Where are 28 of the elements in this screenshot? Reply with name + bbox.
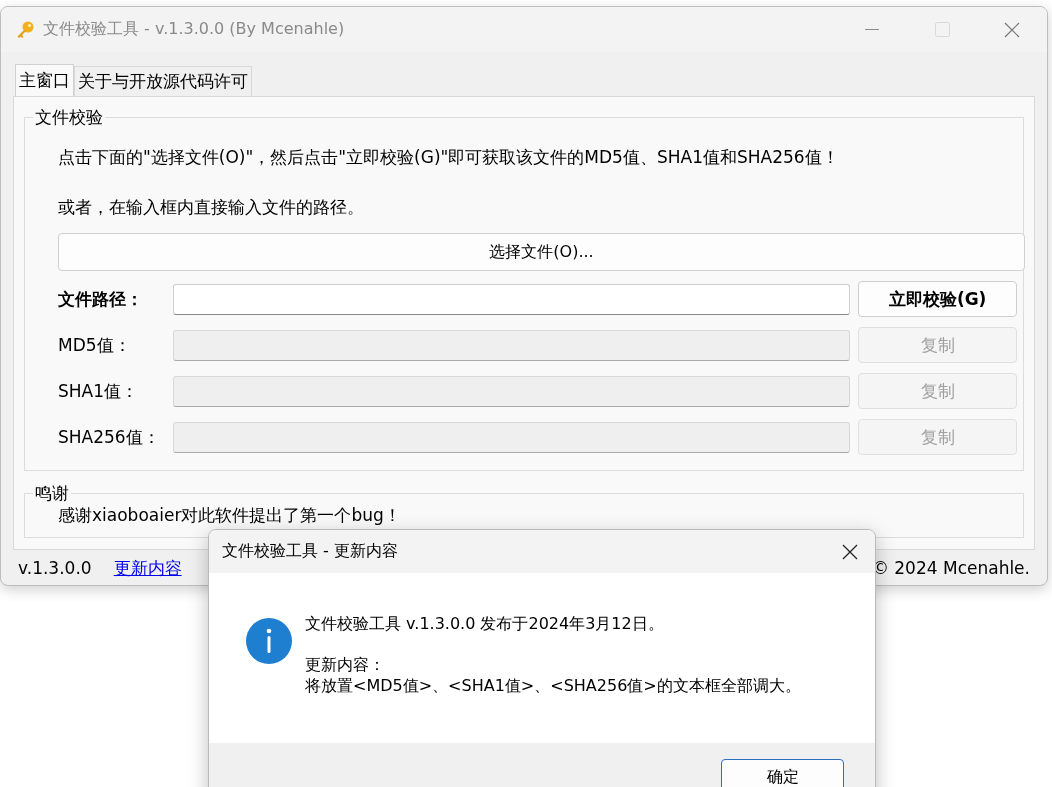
maximize-icon (934, 22, 950, 37)
minimize-icon (865, 28, 879, 31)
verify-button[interactable]: 立即校验(G) (858, 281, 1017, 317)
ok-button[interactable]: 确定 (721, 759, 844, 787)
close-icon (1004, 21, 1020, 38)
changelog-link[interactable]: 更新内容 (113, 556, 182, 580)
field-label: SHA1值： (58, 379, 140, 403)
choose-file-button[interactable]: 选择文件(O)... (58, 233, 1025, 271)
dialog-title: 文件校验工具 - 更新内容 (222, 541, 399, 562)
info-icon (245, 617, 293, 665)
instruction-text: 或者，在输入框内直接输入文件的路径。 (58, 196, 365, 219)
message-text: 文件校验工具 v.1.3.0.0 发布于2024年3月12日。 (305, 613, 665, 634)
key-icon (15, 19, 35, 40)
message-text: 更新内容： (305, 654, 386, 675)
field-label: SHA256值： (58, 425, 161, 449)
field-label: MD5值： (58, 333, 132, 357)
field-label: 文件路径： (58, 287, 144, 311)
group-title: 文件校验 (33, 106, 105, 129)
input-field[interactable] (173, 283, 851, 315)
tab[interactable]: 关于与开放源代码许可 (74, 66, 252, 96)
thanks-text: 感谢xiaoboaier对此软件提出了第一个bug！ (58, 505, 401, 525)
instruction-text: 点击下面的"选择文件(O)"，然后点击"立即校验(G)"即可获取该文件的MD5值、SHA1值和SHA256值！ (58, 146, 840, 169)
close-icon (842, 543, 858, 560)
group-title: 鸣谢 (33, 482, 71, 505)
tab[interactable]: 主窗口 (15, 64, 74, 96)
version-text: v.1.3.0.0 (18, 558, 92, 578)
window-title: 文件校验工具 - v.1.3.0.0 (By Mcenahle) (43, 19, 346, 40)
message-text: 将放置<MD5值>、<SHA1值>、<SHA256值>的文本框全部调大。 (305, 675, 801, 696)
